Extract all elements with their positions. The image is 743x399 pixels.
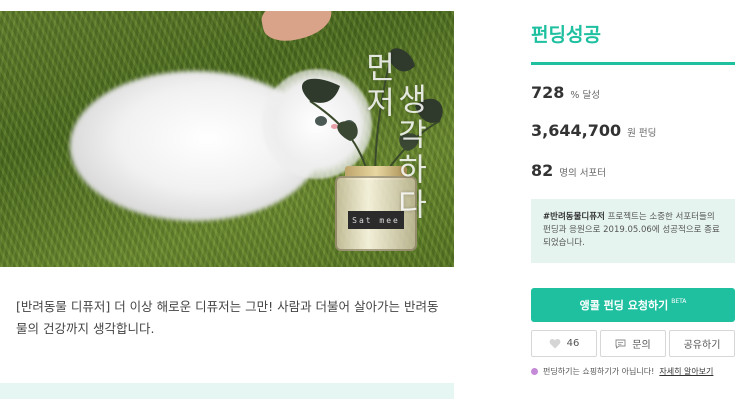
inquiry-button[interactable]: 문의 <box>600 330 666 357</box>
hero-overlay-text-1: 먼저 <box>359 51 395 121</box>
hero-overlay-text-2: 생각하다 <box>391 83 427 223</box>
share-label: 공유하기 <box>683 340 721 351</box>
stat-achievement-unit: % 달성 <box>570 90 600 101</box>
hero-image: Sat mee 먼저 생각하다 <box>0 11 454 267</box>
notice-text: 펀딩하기는 쇼핑하기가 아닙니다! <box>543 367 655 376</box>
funding-notice: 펀딩하기는 쇼핑하기가 아닙니다! 자세히 알아보기 <box>531 366 713 377</box>
encore-request-label: 앵콜 펀딩 요청하기 <box>579 299 669 312</box>
like-count: 46 <box>566 338 580 349</box>
stat-supporters-unit: 명의 서포터 <box>559 168 606 179</box>
encore-request-button[interactable]: 앵콜 펀딩 요청하기 BETA <box>531 288 735 322</box>
chat-icon <box>615 339 626 349</box>
funding-status-title: 펀딩성공 <box>531 24 601 46</box>
stat-supporters: 82 명의 서포터 <box>531 161 606 180</box>
content-strip <box>0 383 454 399</box>
like-button[interactable]: 46 <box>531 330 597 357</box>
stat-achievement: 728 % 달성 <box>531 83 600 102</box>
stat-amount-value: 3,644,700 <box>531 121 622 140</box>
stat-supporters-value: 82 <box>531 161 554 180</box>
project-summary: [반려동물 디퓨저] 더 이상 해로운 디퓨저는 그만! 사람과 더불어 살아가… <box>16 299 439 336</box>
notice-dot-icon <box>531 368 538 375</box>
info-project-name: #반려동물디퓨저 <box>543 212 605 222</box>
stat-amount: 3,644,700 원 펀딩 <box>531 121 656 140</box>
learn-more-link[interactable]: 자세히 알아보기 <box>659 366 713 377</box>
beta-badge: BETA <box>671 297 687 305</box>
status-divider <box>531 62 735 65</box>
heart-icon <box>549 338 560 349</box>
success-info-box: #반려동물디퓨저 프로젝트는 소중한 서포터들의 펀딩과 응원으로 2019.0… <box>531 199 735 263</box>
share-button[interactable]: 공유하기 <box>669 330 735 357</box>
stat-amount-unit: 원 펀딩 <box>627 128 657 139</box>
inquiry-label: 문의 <box>632 340 651 351</box>
stat-achievement-value: 728 <box>531 83 565 102</box>
